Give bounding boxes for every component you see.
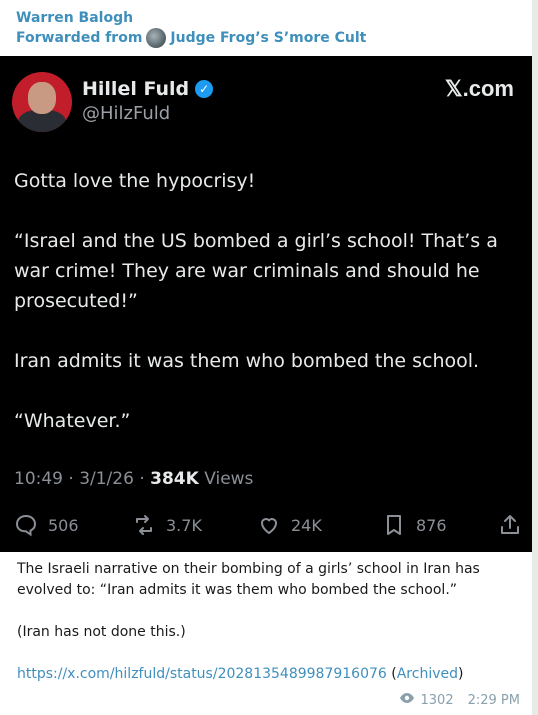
bookmark-action: 876 xyxy=(382,513,447,537)
scroll-divider xyxy=(532,0,538,715)
message-bubble: Warren Balogh Forwarded from Judge Frog’… xyxy=(0,0,532,715)
tweet-link[interactable]: https://x.com/hilzfuld/status/2028135489… xyxy=(17,666,387,682)
repost-icon xyxy=(132,513,156,537)
channel-avatar xyxy=(146,28,167,48)
archived-link[interactable]: Archived xyxy=(397,666,458,682)
author-handle: @HilzFuld xyxy=(82,103,171,124)
tweet-paragraph: Gotta love the hypocrisy! xyxy=(14,170,256,192)
tweet-meta: 10:49 · 3/1/26 · 384K Views xyxy=(14,469,253,489)
forwarded-from[interactable]: Forwarded from Judge Frog’s S’more Cult xyxy=(16,28,366,48)
tweet-views-count: 384K xyxy=(150,469,199,489)
caption-links: https://x.com/hilzfuld/status/2028135489… xyxy=(17,664,522,685)
tweet-paragraph: “Israel and the US bombed a girl’s schoo… xyxy=(14,230,498,312)
reply-count: 506 xyxy=(48,515,79,535)
caption-text: The Israeli narrative on their bombing o… xyxy=(17,561,480,598)
author-name: Hillel Fuld xyxy=(82,78,190,100)
message-caption: The Israeli narrative on their bombing o… xyxy=(17,559,522,706)
message-time: 2:29 PM xyxy=(467,692,520,708)
like-count: 24K xyxy=(291,515,322,535)
tweet-author: Hillel Fuld ✓ xyxy=(82,78,214,100)
forwarded-channel[interactable]: Judge Frog’s S’more Cult xyxy=(170,28,366,48)
bookmark-count: 876 xyxy=(416,515,447,535)
avatar xyxy=(12,72,72,132)
sender-name[interactable]: Warren Balogh xyxy=(16,8,366,28)
tweet-body: Gotta love the hypocrisy! “Israel and th… xyxy=(14,166,514,466)
tweet-screenshot[interactable]: Hillel Fuld ✓ @HilzFuld 𝕏.com Gotta love… xyxy=(0,56,532,552)
tweet-paragraph: Iran admits it was them who bombed the s… xyxy=(14,350,480,372)
archived-open: ( xyxy=(386,666,397,682)
tweet-timestamp: 10:49 · 3/1/26 · xyxy=(14,469,151,489)
bookmark-icon xyxy=(382,513,406,537)
message-footer: 1302 2:29 PM xyxy=(399,692,520,708)
repost-action: 3.7K xyxy=(132,513,202,537)
tweet-views-label: Views xyxy=(198,469,254,489)
reply-icon xyxy=(14,513,38,537)
reply-action: 506 xyxy=(14,513,79,537)
verified-icon: ✓ xyxy=(195,80,214,98)
forwarded-label: Forwarded from xyxy=(16,30,143,46)
message-header: Warren Balogh Forwarded from Judge Frog’… xyxy=(16,8,366,48)
share-icon xyxy=(498,513,522,537)
tweet-paragraph: “Whatever.” xyxy=(14,410,131,432)
tweet-actions: 506 3.7K 24K 876 xyxy=(14,510,524,540)
archived-close: ) xyxy=(458,666,464,682)
like-action: 24K xyxy=(257,513,322,537)
like-icon xyxy=(257,513,281,537)
repost-count: 3.7K xyxy=(166,515,202,535)
caption-note: (Iran has not done this.) xyxy=(17,624,186,640)
view-count: 1302 xyxy=(420,692,454,708)
share-action xyxy=(498,513,532,537)
x-logo: 𝕏.com xyxy=(444,76,514,101)
eye-icon xyxy=(399,692,415,708)
